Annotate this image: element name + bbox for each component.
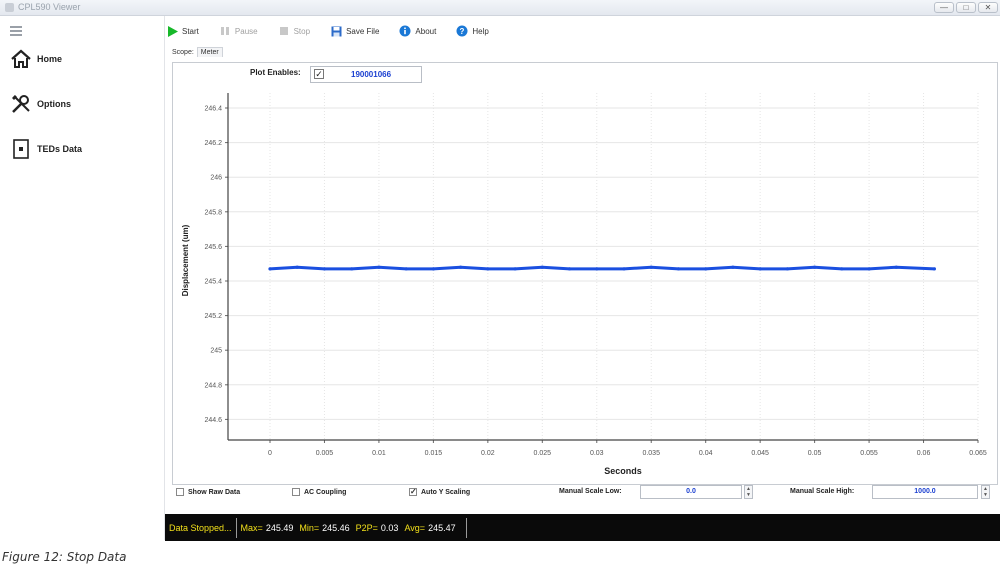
x-tick-label: 0 [268,450,272,457]
y-tick-label: 246.2 [204,140,222,147]
p2p-value: 0.03 [380,522,399,533]
manual-scale-low-input[interactable]: 0.0 [640,485,742,499]
y-tick-label: 245.4 [204,279,222,286]
avg-value: 245.47 [428,522,456,533]
data-point [894,265,898,269]
x-tick-labels: 0 0.005 0.01 0.015 0.02 0.025 0.03 0.035 0.04 0.0… [268,450,987,457]
data-point [459,265,463,269]
show-raw-data-checkbox[interactable]: Show Raw Data [176,488,240,496]
chart-series [268,265,937,271]
data-point [350,267,354,271]
manual-scale-high-spinner[interactable]: ▲ ▼ [981,485,990,499]
data-point [513,267,517,271]
show-raw-data-label: Show Raw Data [188,488,241,496]
status-bar: Data Stopped... Max= 245.49 Min= 245.46 … [165,514,1000,541]
checkbox-box [176,488,184,496]
x-tick-label: 0.01 [372,450,386,457]
min-label: Min= [299,522,320,533]
series-line [269,265,935,271]
auto-y-scaling-label: Auto Y Scaling [421,488,471,496]
data-point [622,267,626,271]
x-tick-label: 0.02 [481,450,495,457]
checkbox-box [292,488,300,496]
app-window: CPL590 Viewer — □ ✕ Home Options TEDs Da… [0,0,1000,568]
x-tick-label: 0.045 [751,450,769,457]
data-point [676,267,681,271]
y-tick-label: 246 [210,175,222,182]
plot-controls: Show Raw Data AC Coupling ✓ Auto Y Scali… [176,485,996,499]
data-point [731,265,735,269]
data-point [785,267,790,271]
data-point [567,267,572,271]
auto-y-scaling-checkbox[interactable]: ✓ Auto Y Scaling [409,488,470,496]
status-state: Data Stopped... [165,517,237,538]
x-tick-label: 0.025 [534,450,552,457]
x-axis-title: Seconds [604,466,642,476]
y-tick-label: 245.6 [204,244,222,251]
displacement-chart: 246.4 246.2 246 245.8 245.6 245.4 245.2 245 244.… [181,93,987,476]
max-value: 245.49 [265,522,294,533]
x-tick-label: 0.055 [860,450,878,457]
data-point [486,267,490,271]
avg-label: Avg= [404,522,426,533]
y-tick-labels: 246.4 246.2 246 245.8 245.6 245.4 245.2 245 244.… [204,106,222,424]
chart-grid [228,93,979,440]
x-tick-label: 0.005 [316,450,334,457]
data-point [404,267,408,271]
y-axis-title: Displacement (um) [181,224,190,296]
data-point [758,267,762,271]
data-point [813,265,817,269]
x-tick-label: 0.04 [699,450,713,457]
data-point [595,267,599,271]
min-value: 245.46 [322,522,350,533]
manual-scale-low-label: Manual Scale Low: [559,488,622,495]
x-tick-label: 0.015 [425,450,443,457]
y-tick-label: 245 [210,348,222,355]
data-point [540,265,544,269]
max-label: Max= [240,522,263,533]
data-point [867,267,871,271]
data-point [268,267,272,271]
data-point [377,265,381,269]
manual-scale-high-label: Manual Scale High: [790,488,855,495]
data-point [295,265,299,269]
data-point [431,267,435,271]
spin-down-icon[interactable]: ▼ [745,492,752,498]
x-tick-label: 0.035 [642,450,660,457]
data-point [932,267,937,271]
status-stats: Max= 245.49 Min= 245.46 P2P= 0.03 Avg= 2… [237,517,467,538]
x-tick-label: 0.065 [969,450,987,457]
ac-coupling-checkbox[interactable]: AC Coupling [292,488,346,496]
y-tick-label: 245.2 [204,313,222,320]
manual-scale-high-input[interactable]: 1000.0 [872,485,978,499]
y-tick-label: 244.6 [204,417,222,424]
data-point [322,267,327,271]
x-tick-label: 0.06 [917,450,931,457]
spin-down-icon[interactable]: ▼ [982,492,989,498]
checkbox-box: ✓ [409,487,417,496]
p2p-label: P2P= [355,522,378,533]
data-point [649,265,653,269]
y-tick-label: 246.4 [204,106,222,113]
y-tick-label: 244.8 [204,382,222,389]
data-point [840,267,844,271]
y-tick-label: 245.8 [204,209,222,216]
x-tick-label: 0.05 [808,450,822,457]
ac-coupling-label: AC Coupling [304,488,347,496]
manual-scale-low-spinner[interactable]: ▲ ▼ [744,485,753,499]
figure-caption: Figure 12: Stop Data [2,550,127,564]
status-state-text: Data Stopped... [169,522,232,533]
x-tick-label: 0.03 [590,450,604,457]
data-point [704,267,708,271]
